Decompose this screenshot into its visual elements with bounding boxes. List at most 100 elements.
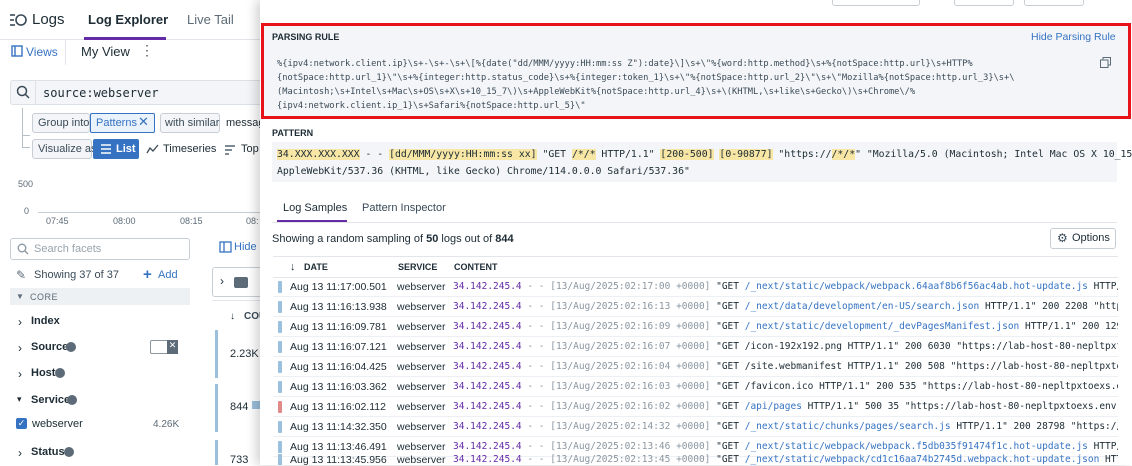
row-ip: 34.142.245.4 xyxy=(453,454,522,465)
row-date: Aug 13 11:17:00.501 xyxy=(290,281,387,293)
row-tail: HTTP/1.1" 500 35 "https://lab-host-80-ne… xyxy=(807,401,1118,412)
top-list-icon xyxy=(224,143,236,155)
facet-source[interactable]: Source xyxy=(31,341,68,353)
message-field[interactable]: messag xyxy=(226,117,265,129)
table-row[interactable]: Aug 13 11:16:04.425 webserver 34.142.245.4… xyxy=(273,357,1118,377)
column-content[interactable]: CONTENT xyxy=(454,262,498,272)
column-service[interactable]: SERVICE xyxy=(398,262,437,272)
pattern-text-seg: AppleWebKit/537.36 (KHTML, like Gecko) C… xyxy=(277,166,690,177)
check-badge-icon xyxy=(64,447,74,457)
row-method: "GET xyxy=(716,281,745,292)
my-view-label[interactable]: My View xyxy=(81,44,130,59)
timeseries-button[interactable]: Timeseries xyxy=(163,143,216,155)
row-service: webserver xyxy=(397,341,446,353)
row-ip: 34.142.245.4 xyxy=(453,281,522,292)
patterns-label: Patterns xyxy=(96,117,137,129)
row-date: Aug 13 11:13:45.956 xyxy=(290,454,387,465)
pattern-text-seg: " "Mozilla/5.0 (Macintosh; Intel Mac OS … xyxy=(855,149,1132,160)
pattern-detail-panel: PARSING RULE Hide Parsing Rule %{ipv4:ne… xyxy=(260,0,1132,465)
table-row[interactable]: Aug 13 11:14:32.350 webserver 34.142.245.4… xyxy=(273,417,1118,437)
close-icon[interactable]: ✕ xyxy=(167,340,178,354)
table-row[interactable]: Aug 13 11:16:07.121 webserver 34.142.245.4… xyxy=(273,337,1118,357)
pattern-count: 844 xyxy=(230,401,249,413)
pattern-var: [200-500] xyxy=(660,149,714,160)
sampling-prefix: Showing a random sampling of xyxy=(272,233,427,245)
more-options-icon[interactable]: ⋮ xyxy=(140,42,154,59)
row-tail: HTTP/1.1" 200 2208 "https://lab-host- xyxy=(984,301,1118,312)
row-ip: 34.142.245.4 xyxy=(453,401,522,412)
row-ip: 34.142.245.4 xyxy=(453,361,522,372)
tab-log-samples[interactable]: Log Samples xyxy=(283,202,347,214)
row-stamp: - - [13/Aug/2025:02:16:04 +0000] xyxy=(521,361,717,372)
row-tail: HTTP/1.1" 200 xyxy=(1105,454,1118,465)
service-value: webserver xyxy=(32,418,83,430)
status-bar xyxy=(278,301,282,313)
toolbar-button[interactable] xyxy=(954,0,1014,6)
pencil-icon[interactable]: ✎ xyxy=(16,268,26,282)
status-bar xyxy=(278,381,282,393)
divider xyxy=(65,39,66,65)
column-date[interactable]: DATE xyxy=(304,262,328,272)
toolbar-button[interactable] xyxy=(1024,0,1084,6)
search-divider xyxy=(35,81,36,104)
tree-line xyxy=(22,132,30,148)
chevron-right-icon: › xyxy=(18,367,22,381)
sampling-n: 50 xyxy=(426,233,439,245)
table-row[interactable]: Aug 13 11:16:13.938 webserver 34.142.245.4… xyxy=(273,297,1118,317)
row-date: Aug 13 11:16:07.121 xyxy=(290,341,387,353)
row-date: Aug 13 11:14:32.350 xyxy=(290,421,387,433)
panel-icon xyxy=(219,241,232,253)
row-bar xyxy=(215,384,218,432)
table-row[interactable]: Aug 13 11:16:03.362 webserver 34.142.245.4… xyxy=(273,377,1118,397)
pattern-text-seg: "https:// xyxy=(772,149,832,160)
row-content: 34.142.245.4 - - [13/Aug/2025:02:16:07 +… xyxy=(453,341,1118,352)
row-bar xyxy=(215,330,218,378)
tab-pattern-inspector[interactable]: Pattern Inspector xyxy=(362,202,446,214)
facets-count: Showing 37 of 37 xyxy=(34,269,120,281)
table-row[interactable]: Aug 13 11:17:00.501 webserver 34.142.245.4… xyxy=(273,277,1118,297)
row-date: Aug 13 11:16:13.938 xyxy=(290,301,387,313)
views-link[interactable]: Views xyxy=(26,45,58,59)
facet-host[interactable]: Host xyxy=(31,367,55,379)
visualize-as-text: Visualize as xyxy=(38,143,97,155)
table-row[interactable]: Aug 13 11:16:02.112 webserver 34.142.245.4… xyxy=(273,397,1118,417)
checkbox-checked[interactable]: ✓ xyxy=(16,418,27,429)
row-method: "GET xyxy=(716,454,745,465)
sort-down-icon[interactable]: ↓ xyxy=(290,261,296,273)
row-tail: /icon-192x192.png HTTP/1.1" 200 6030 "ht… xyxy=(744,341,1118,352)
views-icon[interactable] xyxy=(11,45,23,57)
pattern-title: PATTERN xyxy=(272,128,314,138)
tab-log-explorer[interactable]: Log Explorer xyxy=(88,12,168,27)
highlight-box xyxy=(261,23,1131,119)
chevron-right-icon: › xyxy=(18,315,22,329)
row-service: webserver xyxy=(397,321,446,333)
divider xyxy=(212,300,262,301)
close-icon[interactable]: ✕ xyxy=(138,114,149,130)
add-facet-button[interactable]: Add xyxy=(158,269,178,281)
pattern-text-seg: "GET xyxy=(536,149,572,160)
search-query[interactable]: source:webserver xyxy=(43,86,159,100)
chevron-down-icon: ▼ xyxy=(16,292,24,301)
tab-live-tail[interactable]: Live Tail xyxy=(187,12,234,27)
row-stamp: - - [13/Aug/2025:02:16:07 +0000] xyxy=(521,341,717,352)
row-stamp: - - [13/Aug/2025:02:17:00 +0000] xyxy=(521,281,717,292)
sampling-total: 844 xyxy=(495,233,514,245)
top-list-button[interactable]: Top xyxy=(241,143,259,155)
table-row[interactable]: Aug 13 11:16:09.781 webserver 34.142.245.4… xyxy=(273,317,1118,337)
status-bar xyxy=(278,454,282,465)
table-row[interactable]: Aug 13 11:13:45.956 webserver 34.142.245.4… xyxy=(273,446,1118,465)
status-bar xyxy=(278,401,282,413)
plus-icon[interactable]: + xyxy=(143,266,152,283)
check-badge-icon xyxy=(67,395,77,405)
app-title: Logs xyxy=(32,11,65,28)
facet-index[interactable]: Index xyxy=(31,315,60,327)
status-bar xyxy=(278,341,282,353)
row-content: 34.142.245.4 - - [13/Aug/2025:02:16:02 +… xyxy=(453,401,1118,412)
facet-status[interactable]: Status xyxy=(31,446,65,458)
check-badge-icon xyxy=(66,342,76,352)
pattern-var: [dd/MMM/yyyy:HH:mm:ss xx] xyxy=(389,149,537,160)
chevron-right-icon: › xyxy=(220,274,224,288)
row-content: 34.142.245.4 - - [13/Aug/2025:02:14:32 +… xyxy=(453,421,1118,432)
toolbar-button[interactable] xyxy=(832,0,920,6)
facet-service[interactable]: Service xyxy=(31,394,70,406)
